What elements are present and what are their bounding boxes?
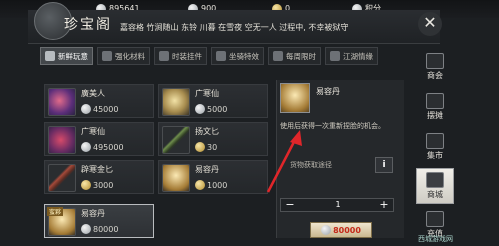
item-card[interactable]: 辟寒金匕 3000	[44, 160, 154, 194]
sidebar-item-stall[interactable]: 摆摊	[416, 90, 454, 126]
horse-icon	[216, 51, 226, 61]
item-card[interactable]: 扬文匕 30	[158, 122, 268, 156]
item-card[interactable]: 广寒仙 5000	[158, 84, 268, 118]
heart-icon	[330, 51, 340, 61]
silver-coin-icon	[81, 142, 91, 152]
gold-ingot-icon	[195, 180, 205, 190]
page-title: 珍宝阁	[64, 17, 112, 33]
item-card[interactable]: 广寒仙 495000	[44, 122, 154, 156]
building-icon	[426, 53, 444, 69]
red-arrow-annotation	[266, 130, 302, 193]
close-button[interactable]: ✕	[418, 12, 442, 36]
hammer-icon	[102, 51, 112, 61]
tab-mount-effects[interactable]: 坐骑特效	[211, 47, 264, 65]
quantity-input[interactable]: 1	[321, 200, 355, 209]
shop-icon	[426, 172, 444, 188]
silver-coin-icon	[321, 225, 332, 235]
tab-materials[interactable]: 强化材料	[97, 47, 150, 65]
silver-coin-icon	[195, 104, 205, 114]
quantity-stepper: − 1 +	[280, 198, 394, 212]
robe-icon	[159, 51, 169, 61]
tab-romance[interactable]: 江湖情缘	[325, 47, 378, 65]
item-tag: 蜜夥	[47, 207, 64, 216]
info-button[interactable]: i	[375, 157, 393, 173]
item-card[interactable]: 易容丹 1000	[158, 160, 268, 194]
gold-ingot-icon	[195, 142, 205, 152]
broadcast-marquee: 嘉容格 竹涧随山 东铃 川暮 在雪夜 空无一人 过程中, 不幸被狱守	[120, 23, 349, 32]
pill-box-icon	[280, 83, 310, 113]
tab-new-items[interactable]: 新鲜玩意	[40, 47, 93, 65]
jade-disc-icon	[162, 88, 190, 116]
watermark: 西城游戏网	[418, 235, 453, 243]
pill-box-icon	[162, 164, 190, 192]
dagger-icon	[162, 126, 190, 154]
sidebar-item-mall[interactable]: 商城	[416, 168, 454, 204]
stall-icon	[426, 93, 444, 109]
dagger-icon	[48, 164, 76, 192]
tab-weekly-limited[interactable]: 每周限时	[268, 47, 321, 65]
sidebar-item-chamber-of-commerce[interactable]: 商会	[416, 50, 454, 86]
coin-icon	[426, 211, 444, 227]
item-card-selected[interactable]: 蜜夥 易容丹 80000	[44, 204, 154, 238]
flower-icon	[48, 88, 76, 116]
silver-coin-icon	[81, 224, 91, 234]
clock-icon	[273, 51, 283, 61]
shop-sidebar: 商会 摆摊 集市 商城 充值	[416, 50, 454, 246]
gold-ingot-icon	[81, 180, 91, 190]
detail-item-name: 易容丹	[316, 87, 340, 96]
buy-button[interactable]: 80000	[310, 222, 372, 238]
gift-icon	[45, 51, 55, 61]
decrease-button[interactable]: −	[283, 198, 297, 212]
silver-coin-icon	[81, 104, 91, 114]
market-icon	[426, 133, 444, 149]
tab-fashion[interactable]: 时装挂件	[154, 47, 207, 65]
sidebar-item-market[interactable]: 集市	[416, 130, 454, 166]
item-card[interactable]: 廣美人 45000	[44, 84, 154, 118]
category-tabs: 新鲜玩意 强化材料 时装挂件 坐骑特效 每周限时 江湖情缘	[40, 47, 420, 67]
increase-button[interactable]: +	[377, 198, 391, 212]
flower-icon	[48, 126, 76, 154]
